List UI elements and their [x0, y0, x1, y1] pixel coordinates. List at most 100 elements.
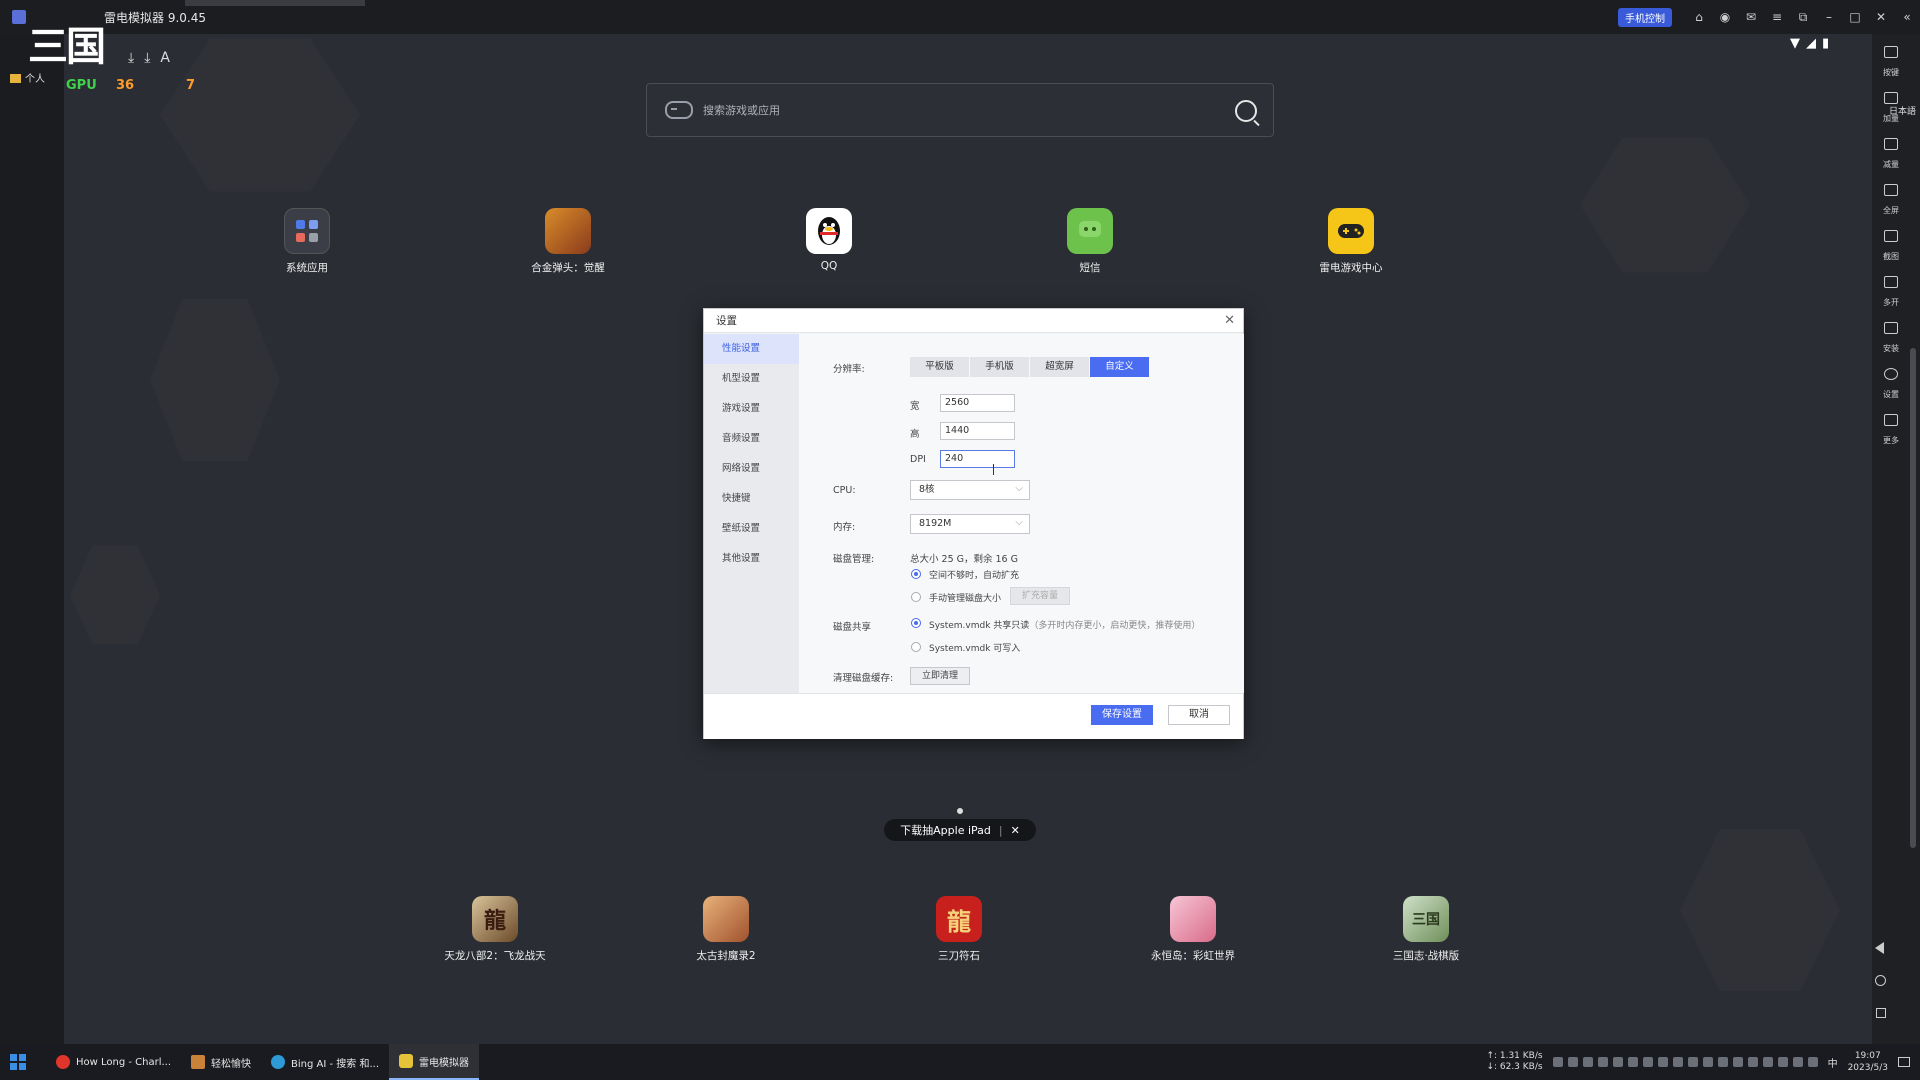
- share-writable-radio[interactable]: [911, 642, 921, 652]
- download-icon[interactable]: ⤓: [144, 50, 150, 66]
- task-edge[interactable]: Bing AI - 搜索 和...: [261, 1044, 389, 1080]
- tray-icon[interactable]: [1567, 1057, 1578, 1067]
- tray-icon[interactable]: [1807, 1057, 1818, 1067]
- app-system[interactable]: 系统应用: [247, 208, 367, 275]
- width-input[interactable]: 2560: [940, 394, 1015, 412]
- app-game-center[interactable]: 雷电游戏中心: [1291, 208, 1411, 275]
- app-label: QQ: [820, 260, 838, 272]
- windows-start-icon[interactable]: [10, 1054, 26, 1070]
- scroll-thumb[interactable]: [1910, 348, 1916, 848]
- clean-cache-button[interactable]: 立即清理: [910, 667, 970, 685]
- app-metal-slug[interactable]: 合金弹头：觉醒: [508, 208, 628, 275]
- nav-performance[interactable]: 性能设置: [704, 334, 799, 364]
- app-tianlong[interactable]: 龍 天龙八部2：飞龙战天: [435, 896, 555, 963]
- tray-icon[interactable]: [1642, 1057, 1653, 1067]
- dpi-input[interactable]: 240: [940, 450, 1015, 468]
- nav-model[interactable]: 机型设置: [704, 364, 799, 394]
- tray-icon[interactable]: [1762, 1057, 1773, 1067]
- tool-screenshot[interactable]: 截图: [1876, 230, 1906, 272]
- ime-indicator[interactable]: 中: [1828, 1055, 1838, 1070]
- share-readonly-label: System.vmdk 共享只读（多开时内存更小，启动更快，推荐使用）: [929, 618, 1200, 631]
- minimize-icon[interactable]: –: [1816, 0, 1842, 34]
- recents-icon[interactable]: [1876, 1008, 1886, 1018]
- tray-icon[interactable]: [1777, 1057, 1788, 1067]
- tray-icon[interactable]: [1702, 1057, 1713, 1067]
- tool-fullscreen[interactable]: 全屏: [1876, 184, 1906, 226]
- nav-game[interactable]: 游戏设置: [704, 394, 799, 424]
- clock[interactable]: 19:07 2023/5/3: [1848, 1050, 1888, 1074]
- tool-multi[interactable]: 多开: [1876, 276, 1906, 318]
- resolution-ultrawide[interactable]: 超宽屏: [1030, 357, 1090, 377]
- width-label: 宽: [910, 401, 920, 412]
- tool-install[interactable]: 安装: [1876, 322, 1906, 364]
- expand-button[interactable]: 扩充容量: [1010, 587, 1070, 605]
- phone-control-button[interactable]: 手机控制: [1618, 7, 1672, 27]
- task-music[interactable]: How Long - Charl...: [46, 1044, 181, 1080]
- tray-icon[interactable]: [1732, 1057, 1743, 1067]
- tool-more[interactable]: 更多: [1876, 414, 1906, 456]
- task-emulator[interactable]: 雷电模拟器: [389, 1044, 480, 1080]
- height-input[interactable]: 1440: [940, 422, 1015, 440]
- tray-icon[interactable]: [1582, 1057, 1593, 1067]
- tray-icon[interactable]: [1597, 1057, 1608, 1067]
- tray-icon[interactable]: [1672, 1057, 1683, 1067]
- app-sanguo[interactable]: 三国 三国志·战棋版: [1366, 896, 1486, 963]
- tray-icon[interactable]: [1717, 1057, 1728, 1067]
- collapse-icon[interactable]: «: [1894, 0, 1920, 34]
- search-input[interactable]: [703, 103, 1183, 117]
- restore-icon[interactable]: ⧉: [1790, 0, 1816, 34]
- tool-keymap[interactable]: 按键: [1876, 46, 1906, 88]
- memory-select[interactable]: 8192M: [910, 514, 1030, 534]
- disk-manual-radio[interactable]: [911, 592, 921, 602]
- scrollbar[interactable]: [1910, 80, 1916, 1040]
- gamepad-icon[interactable]: ⌂: [1686, 0, 1712, 34]
- tray-icon[interactable]: [1552, 1057, 1563, 1067]
- tray-icon[interactable]: [1792, 1057, 1803, 1067]
- nav-other[interactable]: 其他设置: [704, 544, 799, 574]
- tray-icon[interactable]: [1747, 1057, 1758, 1067]
- tray-icon[interactable]: [1627, 1057, 1638, 1067]
- share-readonly-radio[interactable]: [911, 618, 921, 628]
- notification-icon[interactable]: [1898, 1057, 1910, 1067]
- menu-icon[interactable]: ≡: [1764, 0, 1790, 34]
- font-icon[interactable]: A: [160, 50, 170, 66]
- maximize-icon[interactable]: □: [1842, 0, 1868, 34]
- dialog-close-icon[interactable]: ✕: [1224, 313, 1235, 328]
- app-qq[interactable]: QQ: [769, 208, 889, 272]
- tray-icons[interactable]: [1552, 1057, 1818, 1067]
- app-yongheng[interactable]: 永恒岛：彩虹世界: [1133, 896, 1253, 963]
- nav-network[interactable]: 网络设置: [704, 454, 799, 484]
- resolution-tablet[interactable]: 平板版: [910, 357, 970, 377]
- nav-wallpaper[interactable]: 壁纸设置: [704, 514, 799, 544]
- close-icon[interactable]: ✕: [1868, 0, 1894, 34]
- tool-settings[interactable]: 设置: [1876, 368, 1906, 410]
- mail-icon[interactable]: ✉: [1738, 0, 1764, 34]
- tray-icon[interactable]: [1687, 1057, 1698, 1067]
- app-sandao[interactable]: 龍 三刀符石: [899, 896, 1019, 963]
- tool-volume-down[interactable]: 减量: [1876, 138, 1906, 180]
- tray-icon[interactable]: [1612, 1057, 1623, 1067]
- app-label: 三刀符石: [938, 950, 980, 962]
- nav-audio[interactable]: 音频设置: [704, 424, 799, 454]
- promo-close-icon[interactable]: ✕: [1011, 824, 1020, 837]
- back-icon[interactable]: [1875, 942, 1884, 954]
- search-bar[interactable]: [646, 83, 1274, 137]
- search-icon[interactable]: [1235, 100, 1257, 122]
- nav-shortcuts[interactable]: 快捷键: [704, 484, 799, 514]
- cancel-button[interactable]: 取消: [1168, 705, 1230, 725]
- save-button[interactable]: 保存设置: [1091, 705, 1153, 725]
- resolution-phone[interactable]: 手机版: [970, 357, 1030, 377]
- cpu-select[interactable]: 8核: [910, 480, 1030, 500]
- app-sms[interactable]: 短信: [1030, 208, 1150, 275]
- windows-taskbar: How Long - Charl... 轻松愉快 Bing AI - 搜索 和.…: [0, 1044, 1920, 1080]
- account-icon[interactable]: ◉: [1712, 0, 1738, 34]
- app-taigu[interactable]: 太古封魔录2: [666, 896, 786, 963]
- disk-auto-radio[interactable]: [911, 569, 921, 579]
- download-icon[interactable]: ⤓: [128, 50, 134, 66]
- resolution-custom[interactable]: 自定义: [1090, 357, 1150, 377]
- app-label: 太古封魔录2: [696, 950, 756, 962]
- tray-icon[interactable]: [1657, 1057, 1668, 1067]
- home-icon[interactable]: [1875, 975, 1886, 986]
- promo-banner[interactable]: 下载抽Apple iPad | ✕: [884, 819, 1036, 841]
- task-game[interactable]: 轻松愉快: [181, 1044, 261, 1080]
